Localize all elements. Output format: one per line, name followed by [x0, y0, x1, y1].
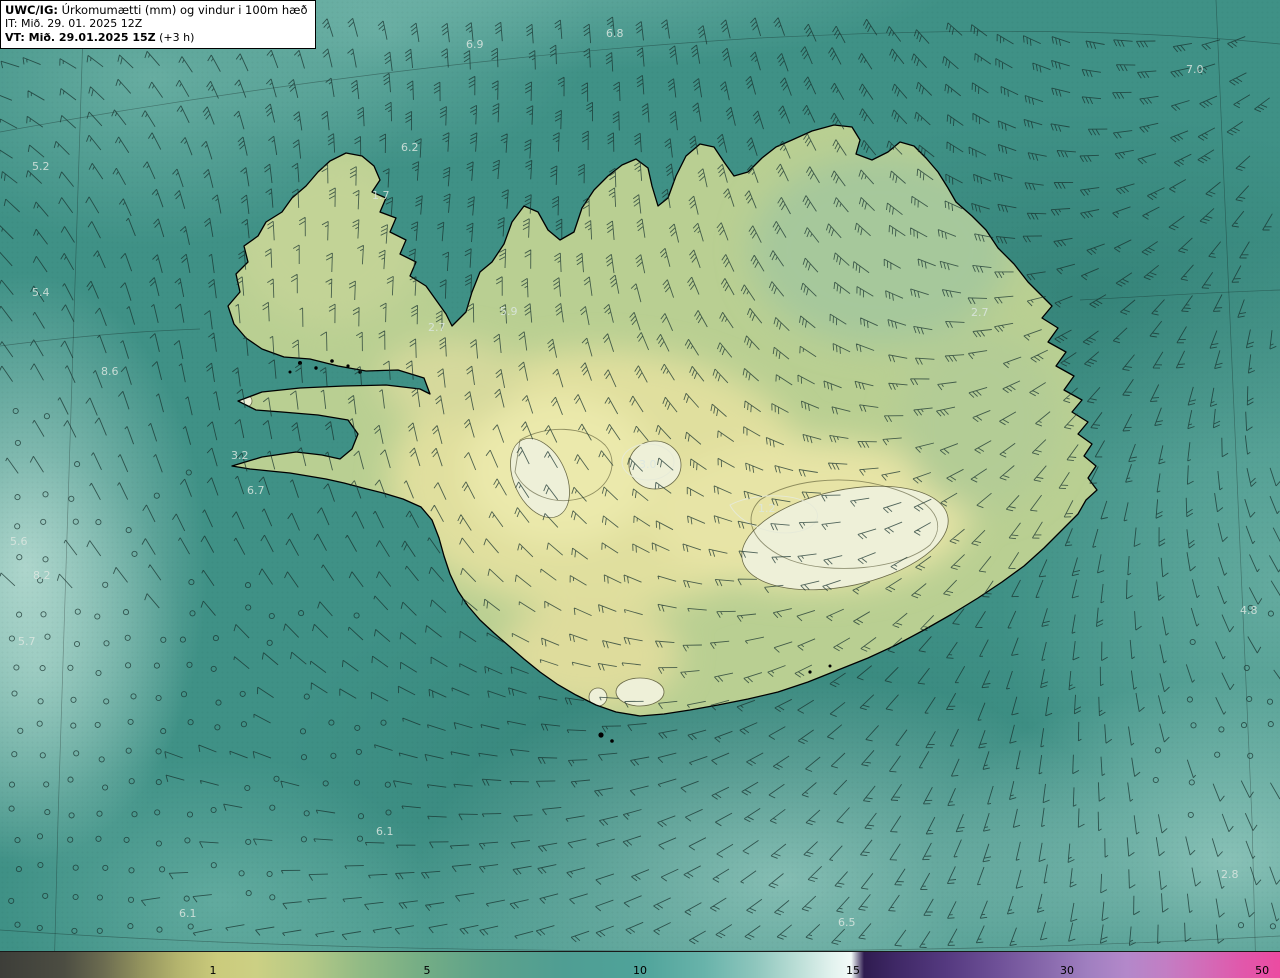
contour-value-label: 5.6: [10, 535, 28, 548]
map-svg: 6.9 6.8 7.0 6.2 5.2 5.4 1.7 2.7 5.9 2.7 8.6 3.2 3.0 6…: [0, 0, 1280, 978]
contour-value-label: 6.1: [179, 907, 197, 920]
contour-value-label: 2.7: [428, 321, 446, 334]
contour-value-label: 5.2: [32, 160, 50, 173]
contour-value-label: 6.7: [247, 484, 265, 497]
valid-time: VT: Mið. 29.01.2025 15Z (+3 h): [5, 31, 195, 45]
graticule-line: [1215, 0, 1257, 978]
contour-value-label: 2.8: [1221, 868, 1239, 881]
colorbar-tick-15: 15: [845, 964, 860, 977]
contour-value-label: 1.7: [372, 189, 390, 202]
contour-value-label: 6.1: [376, 825, 394, 838]
contour-value-label: 5.7: [18, 635, 36, 648]
contour-value-label: 2.7: [971, 306, 989, 319]
contour-value-label: 6.8: [606, 27, 624, 40]
glacier-myrdalsjokull: [615, 677, 665, 707]
weather-map-app: 6.9 6.8 7.0 6.2 5.2 5.4 1.7 2.7 5.9 2.7 8.6 3.2 3.0 6…: [0, 0, 1280, 978]
contour-value-label: 7.0: [1186, 63, 1204, 76]
map-title: UWC/IG: Úrkomumætti (mm) og vindur i 100…: [5, 3, 308, 17]
init-time: IT: Mið. 29. 01. 2025 12Z: [5, 17, 143, 31]
colorbar: 1 5 10 15 30 50: [0, 951, 1280, 978]
contour-value-label: 6.2: [401, 141, 419, 154]
colorbar-tick-10: 10: [633, 964, 647, 977]
colorbar-tick-1: 1: [209, 964, 217, 977]
graticule-line: [1079, 289, 1280, 301]
graticule-line: [0, 929, 1280, 952]
contour-value-label: 8.6: [101, 365, 119, 378]
colorbar-tick-30: 30: [1060, 964, 1074, 977]
contour-value-label: 3.0: [639, 458, 657, 471]
contour-value-label: 6.9: [466, 38, 484, 51]
contour-value-label: 5.4: [32, 286, 50, 299]
colorbar-tick-5: 5: [423, 964, 431, 977]
graticule-line: [53, 0, 85, 978]
colorbar-tick-50: 50: [1255, 964, 1270, 977]
contour-value-label: 6.5: [838, 916, 856, 929]
contour-value-label: 4.8: [1240, 604, 1258, 617]
contour-value-label: 3.2: [231, 449, 249, 462]
contour-value-label: 8.2: [33, 569, 51, 582]
contour-value-label: 5.9: [500, 305, 518, 318]
contour-value-label: 1.2: [758, 502, 776, 515]
iceland-land: [227, 124, 1098, 743]
title-box: UWC/IG: Úrkomumætti (mm) og vindur i 100…: [0, 0, 316, 49]
